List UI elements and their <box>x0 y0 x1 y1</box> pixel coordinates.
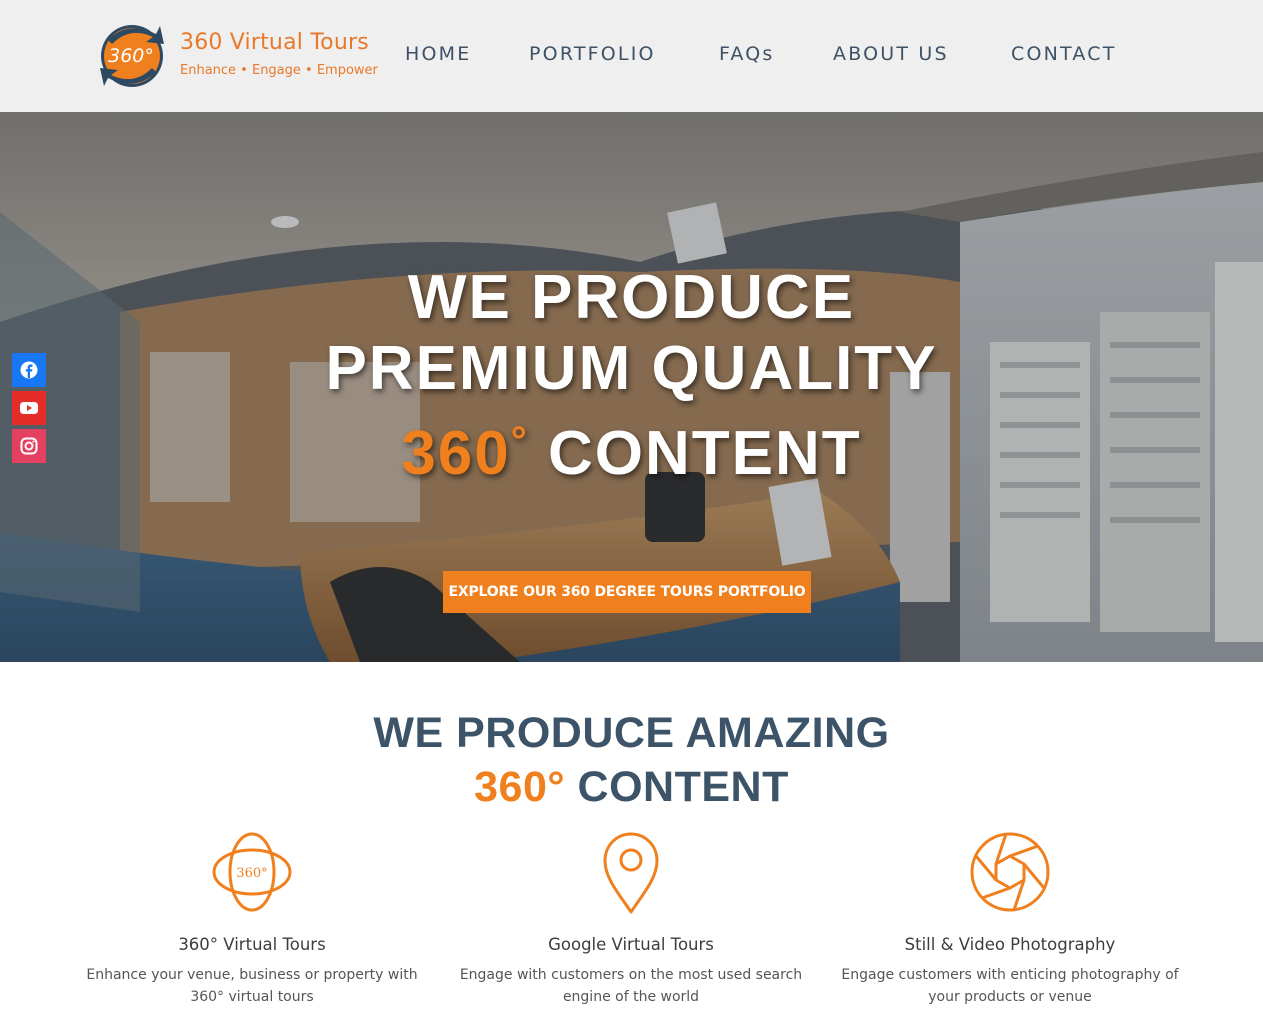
section-content-word: CONTENT <box>565 763 789 811</box>
service-title: 360° Virtual Tours <box>178 935 326 954</box>
section-title-line1: WE PRODUCE AMAZING <box>373 709 890 757</box>
nav-home[interactable]: HOME <box>405 43 471 65</box>
section-accent-360: 360° <box>474 763 566 811</box>
service-description: Engage with customers on the most used s… <box>459 967 803 1005</box>
service-card-360-virtual-tours: 360° 360° Virtual Tours Enhance your ven… <box>63 830 441 1008</box>
hero-banner: WE PRODUCE PREMIUM QUALITY 360° CONTENT … <box>0 112 1263 662</box>
service-title: Google Virtual Tours <box>548 935 714 954</box>
nav-portfolio[interactable]: PORTFOLIO <box>529 43 656 65</box>
service-card-google-virtual-tours: Google Virtual Tours Engage with custome… <box>442 830 820 1008</box>
hero-heading-line1: WE PRODUCE <box>407 263 856 332</box>
site-header: 360° 360 Virtual Tours Enhance • Engage … <box>0 0 1263 112</box>
camera-aperture-icon <box>970 832 1050 912</box>
hero-degree-symbol: ° <box>510 419 529 463</box>
hero-heading-line3: 360° CONTENT <box>0 410 1263 485</box>
hero-accent-360: 360 <box>401 419 511 488</box>
nav-faqs[interactable]: FAQs <box>719 43 775 65</box>
main-nav: HOME PORTFOLIO FAQs ABOUT US CONTACT <box>0 43 1263 69</box>
instagram-link[interactable] <box>12 429 46 463</box>
service-card-still-video-photography: Still & Video Photography Engage custome… <box>821 830 1199 1008</box>
nav-about-us[interactable]: ABOUT US <box>833 43 949 65</box>
facebook-icon <box>20 361 38 379</box>
facebook-link[interactable] <box>12 353 46 387</box>
globe-360-icon: 360° <box>212 832 292 912</box>
hero-content-word: CONTENT <box>528 419 862 488</box>
explore-portfolio-button[interactable]: EXPLORE OUR 360 DEGREE TOURS PORTFOLIO <box>443 571 811 613</box>
service-description: Engage customers with enticing photograp… <box>841 967 1179 1005</box>
service-title: Still & Video Photography <box>904 935 1116 954</box>
youtube-link[interactable] <box>12 391 46 425</box>
youtube-icon <box>20 402 38 414</box>
service-description: Enhance your venue, business or property… <box>86 967 418 1005</box>
instagram-icon <box>20 437 38 455</box>
hero-heading-line2: PREMIUM QUALITY <box>325 334 938 403</box>
section-title-line2: 360° CONTENT <box>0 764 1263 810</box>
globe-360-icon-text: 360° <box>236 866 267 881</box>
map-pin-icon <box>603 832 659 914</box>
nav-contact[interactable]: CONTACT <box>1011 43 1117 65</box>
